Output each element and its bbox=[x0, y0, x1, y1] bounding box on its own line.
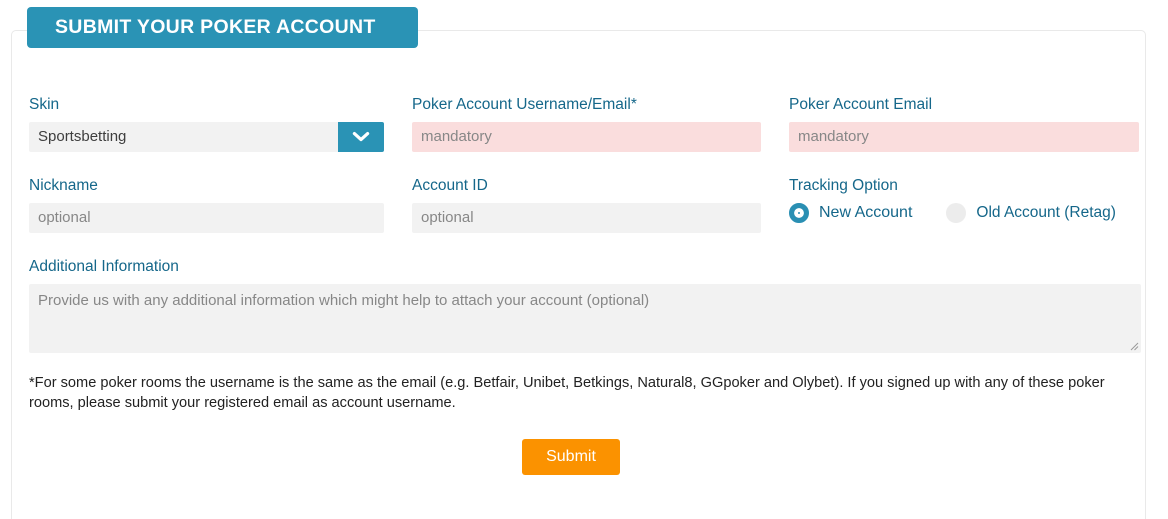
radio-selected-icon[interactable] bbox=[789, 203, 809, 223]
poker-username-input[interactable] bbox=[412, 122, 761, 152]
poker-account-form: Skin Sportsbetting Poker Account Usernam… bbox=[29, 95, 1141, 475]
poker-email-label: Poker Account Email bbox=[789, 96, 933, 113]
skin-select[interactable]: Sportsbetting bbox=[29, 122, 384, 152]
field-group-additional-information: Additional Information bbox=[29, 257, 1141, 353]
field-group-poker-email: Poker Account Email bbox=[789, 95, 1139, 152]
account-id-label: Account ID bbox=[412, 177, 488, 194]
additional-information-box bbox=[29, 284, 1141, 353]
field-group-nickname: Nickname bbox=[29, 176, 412, 233]
radio-old-account[interactable]: Old Account (Retag) bbox=[946, 203, 1116, 223]
poker-username-label: Poker Account Username/Email* bbox=[412, 96, 637, 113]
skin-label: Skin bbox=[29, 96, 60, 113]
radio-new-account[interactable]: New Account bbox=[789, 203, 912, 223]
tracking-option-radios: New Account Old Account (Retag) bbox=[789, 203, 1139, 223]
tracking-option-label: Tracking Option bbox=[789, 177, 898, 194]
form-row-1: Skin Sportsbetting Poker Account Usernam… bbox=[29, 95, 1139, 152]
nickname-label: Nickname bbox=[29, 177, 98, 194]
poker-email-input[interactable] bbox=[789, 122, 1139, 152]
form-row-2: Nickname Account ID Tracking Option New … bbox=[29, 176, 1139, 233]
account-id-input[interactable] bbox=[412, 203, 761, 233]
chevron-down-icon[interactable] bbox=[338, 122, 384, 152]
radio-old-account-label: Old Account (Retag) bbox=[976, 204, 1116, 221]
radio-new-account-label: New Account bbox=[819, 204, 913, 221]
field-group-tracking-option: Tracking Option New Account Old Account … bbox=[789, 176, 1139, 233]
field-group-account-id: Account ID bbox=[412, 176, 789, 233]
submit-row: Submit bbox=[29, 439, 1141, 475]
field-group-poker-username: Poker Account Username/Email* bbox=[412, 95, 789, 152]
additional-information-textarea[interactable] bbox=[29, 284, 1141, 353]
additional-information-label: Additional Information bbox=[29, 258, 179, 275]
footnote-text: *For some poker rooms the username is th… bbox=[29, 375, 1105, 411]
submit-button[interactable]: Submit bbox=[522, 439, 620, 475]
field-group-skin: Skin Sportsbetting bbox=[29, 95, 412, 152]
skin-select-value[interactable]: Sportsbetting bbox=[29, 122, 338, 152]
nickname-input[interactable] bbox=[29, 203, 384, 233]
page-title: SUBMIT YOUR POKER ACCOUNT bbox=[27, 7, 418, 48]
radio-unselected-icon[interactable] bbox=[946, 203, 967, 223]
